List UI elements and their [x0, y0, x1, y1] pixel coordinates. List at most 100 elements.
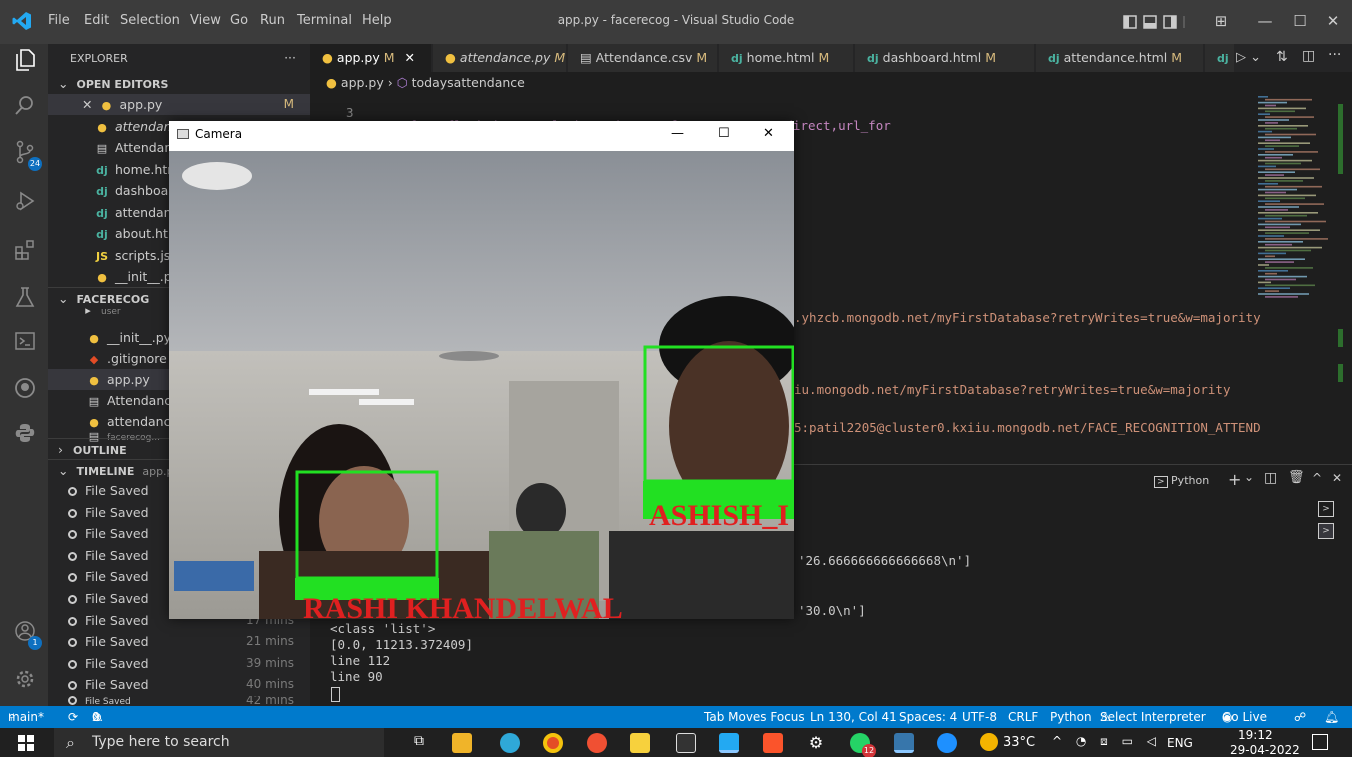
menu-go[interactable]: Go	[230, 13, 248, 28]
close-icon[interactable]: ✕	[82, 97, 92, 112]
tab-attendance-html[interactable]: dj attendance.html M	[1036, 44, 1204, 72]
minimap-line	[1258, 136, 1291, 139]
layout-toggle-icons[interactable]	[1122, 14, 1192, 30]
customize-layout-icon[interactable]: ⊞	[1206, 10, 1236, 32]
timeline-dot-icon	[68, 681, 77, 691]
new-terminal-icon[interactable]: +	[1228, 470, 1241, 489]
notifications-bell-icon[interactable]: 🔔︎	[1324, 706, 1339, 728]
camera-close-button[interactable]: ✕	[763, 121, 774, 147]
tab-dashboard-html[interactable]: dj dashboard.html M	[855, 44, 1035, 72]
maximize-panel-icon[interactable]: ^	[1312, 471, 1322, 485]
github-icon[interactable]	[12, 377, 38, 403]
testing-icon[interactable]	[12, 286, 38, 312]
system-tray-icons[interactable]: ^ ◔ ⧈ ▭ ◁	[1052, 734, 1161, 749]
split-editor-icon[interactable]: ◫	[1302, 48, 1315, 64]
split-terminal-icon[interactable]: ◫	[1264, 470, 1277, 486]
minimap-line	[1258, 212, 1318, 214]
more-actions-icon[interactable]: ···	[1328, 47, 1341, 63]
temperature[interactable]: 33°C	[1003, 735, 1035, 750]
extensions-icon[interactable]	[12, 239, 38, 265]
notification-center-icon[interactable]	[1312, 734, 1328, 750]
timeline-entry[interactable]: File Saved 42 mins	[48, 696, 310, 706]
minimap-line	[1258, 125, 1308, 127]
tab-app-py[interactable]: ● app.py M ✕	[310, 44, 432, 72]
open-editor-item[interactable]: ✕ ● app.py M	[48, 94, 310, 115]
timeline-entry[interactable]: File Saved 39 mins	[48, 653, 310, 674]
sync-icon[interactable]: ⟳	[68, 706, 78, 728]
windows-start-icon[interactable]	[18, 735, 34, 751]
django-icon: dj	[96, 163, 108, 177]
more-actions-icon[interactable]: ···	[284, 44, 296, 72]
menu-terminal[interactable]: Terminal	[297, 13, 352, 28]
menu-run[interactable]: Run	[260, 13, 285, 28]
clock-date[interactable]: 29-04-2022	[1230, 743, 1300, 757]
camera-minimize-button[interactable]: —	[671, 121, 684, 147]
terminal-selector[interactable]: > Python	[1154, 474, 1209, 488]
git-gui-icon[interactable]	[587, 733, 607, 753]
sticky-notes-icon[interactable]	[630, 733, 650, 753]
timeline-entry[interactable]: File Saved 21 mins	[48, 631, 310, 652]
tab-attendance-csv[interactable]: ▤ Attendance.csv M	[568, 44, 718, 72]
explorer-icon[interactable]	[12, 48, 38, 74]
tab-attendance-py[interactable]: ● attendance.py M	[433, 44, 567, 72]
edge-browser-icon[interactable]	[500, 733, 520, 753]
chrome-icon[interactable]	[543, 733, 563, 753]
vscode-taskbar-icon[interactable]	[719, 733, 739, 753]
maximize-button[interactable]: ☐	[1285, 10, 1315, 32]
camera-title-bar[interactable]: Camera — ☐ ✕	[169, 121, 794, 151]
weather-icon[interactable]	[980, 733, 998, 751]
timeline-entry[interactable]: File Saved 40 mins	[48, 674, 310, 695]
menu-edit[interactable]: Edit	[84, 13, 109, 28]
run-file-icon[interactable]: ▷ ⌄	[1236, 50, 1261, 65]
bash-icon[interactable]	[676, 733, 696, 753]
minimap-line	[1265, 162, 1301, 165]
compare-changes-icon[interactable]: ⇅	[1276, 49, 1288, 65]
taskbar-search[interactable]: ⌕ Type here to search	[54, 728, 384, 757]
remote-explorer-icon[interactable]	[12, 330, 38, 356]
settings-gear-icon[interactable]	[12, 668, 38, 694]
python-icon: ●	[445, 50, 456, 65]
close-panel-icon[interactable]: ✕	[1332, 471, 1342, 485]
python-icon[interactable]	[12, 422, 38, 448]
minimize-button[interactable]: —	[1250, 10, 1280, 32]
line-endings[interactable]: CRLF	[1008, 706, 1038, 728]
trash-icon[interactable]: 🗑	[1288, 470, 1305, 485]
menu-view[interactable]: View	[190, 13, 221, 28]
menu-selection[interactable]: Selection	[120, 13, 180, 28]
menu-help[interactable]: Help	[362, 13, 392, 28]
task-view-icon[interactable]: ⧉	[414, 733, 424, 749]
close-tab-icon[interactable]: ✕	[405, 50, 415, 65]
clock-time[interactable]: 19:12	[1238, 728, 1273, 742]
search-icon[interactable]	[12, 94, 38, 120]
minimap-line	[1258, 119, 1289, 121]
run-debug-icon[interactable]	[12, 190, 38, 216]
breadcrumb-symbol[interactable]: todaysattendance	[412, 75, 525, 90]
input-language[interactable]: ENG	[1167, 736, 1193, 750]
terminal-instance-2[interactable]: >	[1318, 523, 1334, 539]
close-button[interactable]: ✕	[1318, 10, 1348, 32]
camera-window[interactable]: Camera — ☐ ✕ RASHI KHANDELWAL ASHISH_I	[169, 121, 794, 619]
tab-home-html[interactable]: dj home.html M	[719, 44, 854, 72]
camera-maximize-button[interactable]: ☐	[718, 121, 730, 147]
open-editors-header[interactable]: ⌄ OPEN EDITORS	[48, 73, 310, 94]
indentation[interactable]: Spaces: 4	[899, 706, 957, 728]
minimap-line	[1258, 235, 1284, 237]
settings-icon[interactable]: ⚙	[806, 733, 826, 753]
terminal-instance-1[interactable]: >	[1318, 501, 1334, 517]
encoding[interactable]: UTF-8	[962, 706, 997, 728]
language-mode[interactable]: Python	[1050, 706, 1092, 728]
help-icon[interactable]	[937, 733, 957, 753]
feedback-icon[interactable]: ☍	[1294, 706, 1306, 728]
chevron-down-icon: ⌄	[58, 291, 69, 306]
tab-overflow[interactable]: dj	[1205, 44, 1235, 72]
brave-icon[interactable]	[763, 733, 783, 753]
minimap[interactable]	[1252, 94, 1342, 304]
chevron-down-icon[interactable]: ⌄	[1244, 470, 1254, 484]
file-explorer-icon[interactable]	[452, 733, 472, 753]
menu-file[interactable]: File	[48, 13, 70, 28]
cursor-position[interactable]: Ln 130, Col 41	[810, 706, 897, 728]
minimap-line	[1258, 130, 1272, 133]
python-idle-icon[interactable]	[894, 733, 914, 753]
tab-moves-focus[interactable]: Tab Moves Focus	[704, 706, 805, 728]
breadcrumb-file[interactable]: app.py	[341, 75, 384, 90]
